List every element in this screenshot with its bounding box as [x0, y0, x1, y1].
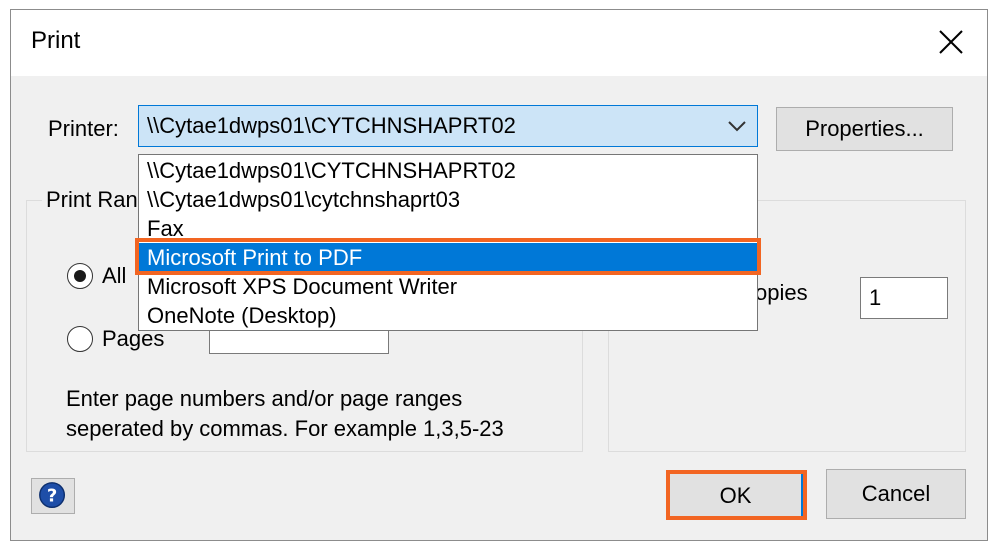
copies-label: opies	[755, 280, 808, 305]
printer-option-selected[interactable]: Microsoft Print to PDF	[139, 243, 757, 272]
printer-dropdown-list: \\Cytae1dwps01\CYTCHNSHAPRT02 \\Cytae1dw…	[138, 154, 758, 331]
printer-option[interactable]: Microsoft XPS Document Writer	[139, 272, 757, 301]
cancel-button[interactable]: Cancel	[826, 469, 966, 519]
ok-button[interactable]: OK	[668, 472, 803, 518]
print-dialog: Print Printer: \\Cytae1dwps01\CYTCHNSHAP…	[10, 9, 988, 541]
all-label: All	[102, 263, 127, 288]
print-range-title: Print Ran	[42, 187, 142, 213]
title-bar: Print	[11, 10, 987, 76]
help-button[interactable]: ?	[31, 478, 75, 514]
all-radio[interactable]	[67, 263, 93, 289]
printer-option[interactable]: Fax	[139, 214, 757, 243]
printer-option[interactable]: OneNote (Desktop)	[139, 301, 757, 330]
printer-option[interactable]: \\Cytae1dwps01\CYTCHNSHAPRT02	[139, 156, 757, 185]
printer-option[interactable]: \\Cytae1dwps01\cytchnshaprt03	[139, 185, 757, 214]
page-hint-line-1: Enter page numbers and/or page ranges	[66, 386, 463, 411]
chevron-down-icon	[728, 121, 746, 132]
printer-select-value: \\Cytae1dwps01\CYTCHNSHAPRT02	[147, 113, 516, 138]
printer-label: Printer:	[48, 116, 119, 141]
page-hint-line-2: seperated by commas. For example 1,3,5-2…	[66, 416, 504, 441]
close-icon[interactable]	[935, 26, 967, 58]
svg-text:?: ?	[47, 486, 57, 507]
properties-button[interactable]: Properties...	[776, 107, 953, 151]
pages-radio[interactable]	[67, 326, 93, 352]
help-icon: ?	[39, 482, 66, 509]
printer-select[interactable]: \\Cytae1dwps01\CYTCHNSHAPRT02	[138, 105, 758, 147]
dialog-title: Print	[31, 27, 81, 54]
copies-input[interactable]	[860, 277, 948, 319]
